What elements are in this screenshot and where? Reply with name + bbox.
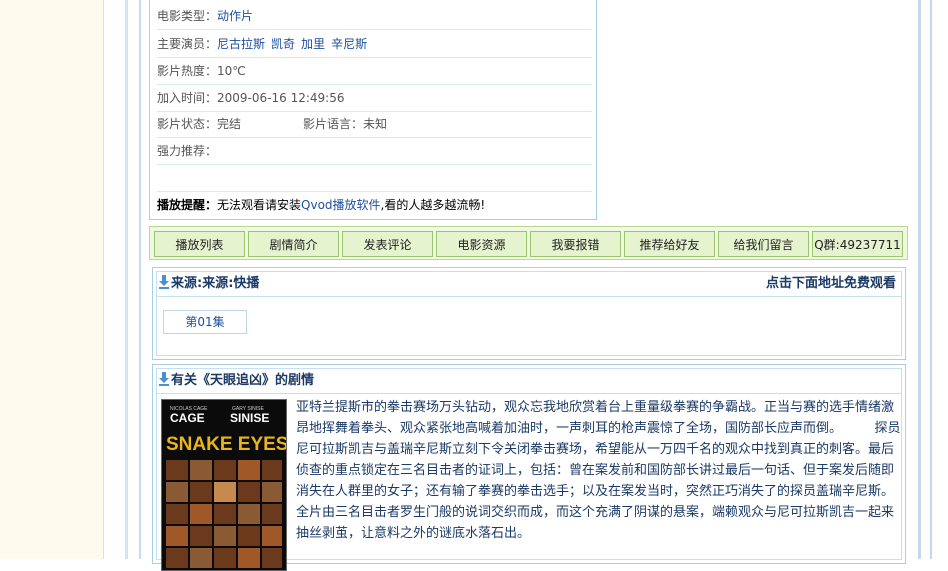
tip-label: 播放提醒： [157, 198, 218, 212]
heat-value: 10℃ [217, 64, 246, 78]
download-icon [159, 275, 169, 289]
source-panel: 来源:来源:快播 点击下面地址免费观看 第01集 [152, 267, 906, 360]
poster-title: SNAKE EYES [166, 434, 286, 455]
source-title: 来源:来源:快播 [159, 274, 259, 294]
cast-link-4[interactable]: 辛尼斯 [331, 37, 367, 51]
tab-qq-group[interactable]: Q群:49237711 [812, 231, 903, 257]
content-border-left-inner [139, 0, 141, 559]
tip-text-before: 无法观看请安装 [217, 198, 302, 212]
language-field: 影片语言：未知 [303, 111, 387, 137]
content-border-left [125, 0, 128, 559]
genre-row: 电影类型：动作片 [157, 3, 592, 30]
content-border-right-outer [930, 0, 932, 559]
language-label: 影片语言： [303, 117, 364, 131]
status-value: 完结 [217, 117, 242, 131]
poster-sinise: SINISE [230, 411, 269, 425]
tip-text-after: ,看的人越多越流畅! [380, 198, 486, 212]
added-label: 加入时间： [157, 91, 218, 105]
source-title-text: 来源:来源:快播 [171, 276, 260, 291]
heat-row: 影片热度：10℃ [157, 58, 592, 85]
heat-label: 影片热度： [157, 64, 218, 78]
cast-label: 主要演员： [157, 37, 218, 51]
cast-row: 主要演员：尼古拉斯 凯奇 加里 辛尼斯 [157, 31, 592, 58]
blank-row [157, 165, 592, 192]
added-row: 加入时间：2009-06-16 12:49:56 [157, 85, 592, 112]
tab-playlist[interactable]: 播放列表 [154, 231, 245, 257]
poster-cage: CAGE [170, 411, 205, 425]
language-value: 未知 [363, 117, 388, 131]
tab-resources[interactable]: 电影资源 [436, 231, 527, 257]
left-sidebar [0, 0, 104, 559]
tab-comment[interactable]: 发表评论 [342, 231, 433, 257]
movie-poster[interactable]: NICOLAS CAGE GARY SINISE CAGE SINISE SNA… [161, 399, 287, 571]
recommend-label: 强力推荐： [157, 144, 218, 158]
movie-info-box: 电影类型：动作片 主要演员：尼古拉斯 凯奇 加里 辛尼斯 影片热度：10℃ 加入时间：… [149, 0, 597, 220]
added-value: 2009-06-16 12:49:56 [217, 91, 345, 105]
tab-bar: 播放列表 剧情简介 发表评论 电影资源 我要报错 推荐给好友 给我们留言 Q群:… [149, 226, 908, 260]
plot-title: 有关《天眼追凶》的剧情 [159, 371, 314, 391]
poster-image: NICOLAS CAGE GARY SINISE CAGE SINISE SNA… [162, 400, 286, 570]
genre-label: 电影类型： [157, 9, 218, 23]
genre-link[interactable]: 动作片 [217, 9, 253, 23]
episode-01-link[interactable]: 第01集 [163, 310, 247, 334]
qvod-link[interactable]: Qvod播放软件 [301, 198, 381, 212]
plot-title-text: 有关《天眼追凶》的剧情 [171, 373, 315, 388]
cast-link-2[interactable]: 凯奇 [271, 37, 295, 51]
download-icon [159, 372, 169, 386]
tab-leave-message[interactable]: 给我们留言 [718, 231, 809, 257]
plot-synopsis: 亚特兰提斯市的拳击赛场万头钻动，观众忘我地欣赏着台上重量级拳赛的争霸战。正当与赛… [296, 400, 927, 541]
status-row: 影片状态：完结 影片语言：未知 [157, 111, 592, 138]
cast-link-1[interactable]: 尼古拉斯 [217, 37, 265, 51]
tab-recommend-friend[interactable]: 推荐给好友 [624, 231, 715, 257]
cast-link-3[interactable]: 加里 [301, 37, 325, 51]
free-watch-text: 点击下面地址免费观看 [765, 276, 896, 291]
tab-synopsis[interactable]: 剧情简介 [248, 231, 339, 257]
play-tip: 播放提醒：无法观看请安装Qvod播放软件,看的人越多越流畅! [157, 194, 592, 216]
content-border-right [918, 0, 921, 559]
recommend-row: 强力推荐： [157, 138, 592, 165]
status-label: 影片状态： [157, 117, 218, 131]
tab-report-error[interactable]: 我要报错 [530, 231, 621, 257]
plot-panel: 有关《天眼追凶》的剧情 NICOLAS CAGE GARY SINISE CAG… [152, 364, 927, 571]
